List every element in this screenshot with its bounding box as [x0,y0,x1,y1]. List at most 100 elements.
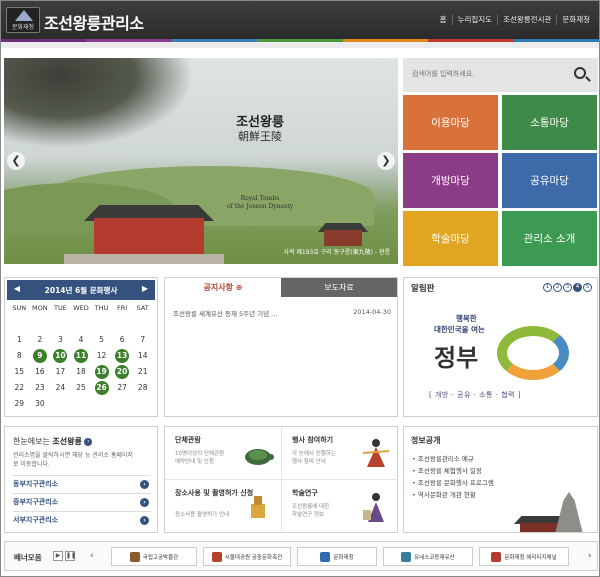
unesco-icon [401,551,412,562]
banner-culture-fest[interactable]: 서울대공원 궁중문화축전 [203,547,291,566]
calendar-day: 15 [9,364,30,380]
nav-home[interactable]: 홈 [435,14,452,25]
tab-press[interactable]: 보도자료 [281,278,397,297]
event-day-marker: 10 [53,349,68,363]
list-item[interactable]: • 조선왕릉 체험행사 일정 [412,465,482,475]
logo[interactable]: 문화재청 [6,7,40,33]
hero-caption: 사적 제193호 구리 동구릉(東九陵) - 현릉 [283,249,390,256]
chevron-right-icon[interactable]: › [84,437,93,446]
menu-tile[interactable]: 개방마당 [403,153,498,208]
search-input[interactable] [412,70,562,78]
calendar-header: ◀ 2014년 6월 문화행사 ▶ [7,280,155,300]
banner-cha[interactable]: 문화재청 [297,547,377,566]
day-number: 4 [78,335,84,344]
calendar-day[interactable]: 19 [91,364,112,380]
calendar-day: 27 [112,380,133,396]
notice-date: 2014-04-30 [353,308,391,316]
info-title: 정보공개 [411,436,441,445]
calendar-day[interactable]: 26 [91,380,112,396]
day-number: 1 [16,335,22,344]
list-item[interactable]: • 조선왕릉 문화행사 프로그램 [412,477,494,487]
hero-slider[interactable]: 조선왕릉 朝鮮王陵 Royal Tombs of the Joseon Dyna… [4,58,398,264]
guide-link-west[interactable]: 서부지구관리소 › [13,511,151,528]
nav-sitemap[interactable]: 누리집지도 [451,14,498,25]
page-dot[interactable]: 3 [563,283,572,292]
calendar-day [132,316,153,332]
list-item[interactable]: • 역사문화관 개관 현황 [412,489,476,499]
day-number: 25 [76,383,86,392]
event-day-marker: 9 [32,349,47,363]
service-desc: 조선왕릉에 대한 [292,504,330,510]
chevron-left-icon[interactable]: ❮ [7,152,25,170]
service-desc: 각 능에서 진행하는 [292,451,336,457]
list-item[interactable]: 조선왕릉 세계유산 등재 5주년 기념 ... 2014-04-30 [173,308,391,318]
service-permit[interactable]: 장소사용 및 촬영허가 신청 장소사용 촬영허가 안내 [165,480,282,533]
chevron-left-icon[interactable]: ◀ [11,283,23,295]
banner-bar: 배너모음 ▶ ❚❚ ‹ › 국립고궁박물관 서울대공원 궁중문화축전 문화재청 … [4,541,598,571]
calendar-day [9,316,30,332]
menu-tile[interactable]: 이용마당 [403,95,498,150]
service-panel: 단체관람 10명이상의 단체관람 예약안내 및 신청 행사 참여하기 각 능에서… [164,426,399,533]
notice-title[interactable]: 조선왕릉 세계유산 등재 5주년 기념 ... [173,308,277,318]
day-number: 28 [137,383,148,392]
plus-icon[interactable]: ⊕ [236,283,243,292]
nav-exhibition[interactable]: 조선왕릉전시관 [497,14,556,25]
calendar-day[interactable]: 11 [71,348,92,364]
service-events[interactable]: 행사 참여하기 각 능에서 진행하는 행사 참여 안내 [282,427,399,480]
info-disclosure: 정보공개 • 조선왕릉관리소 예규 • 조선왕릉 체험행사 일정 • 조선왕릉 … [403,426,598,533]
calendar-day [112,396,133,412]
calendar-day[interactable]: 9 [30,348,51,364]
page-dot[interactable]: 2 [553,283,562,292]
chevron-right-icon[interactable]: ▶ [139,283,151,295]
calendar-day[interactable]: 13 [112,348,133,364]
chevron-right-icon: › [140,498,149,507]
notice-tabs: 공지사항 ⊕ 보도자료 [165,278,397,297]
calendar-day: 18 [71,364,92,380]
calendar-day: 4 [71,332,92,348]
service-research[interactable]: 학술연구 조선왕릉에 대한 학술연구 정보 [282,480,399,533]
menu-tile[interactable]: 학술마당 [403,211,498,266]
guide-link-central[interactable]: 중부지구관리소 › [13,493,151,510]
chevron-right-icon[interactable]: › [588,551,592,561]
calendar-day: 25 [71,380,92,396]
service-group-tour[interactable]: 단체관람 10명이상의 단체관람 예약안내 및 신청 [165,427,282,480]
heritage-icon [491,551,502,562]
chevron-right-icon[interactable]: ❯ [377,152,395,170]
service-desc: 장소사용 촬영허가 안내 [175,512,230,518]
banner-unesco[interactable]: 유네스코등재유산 [383,547,473,566]
guide-title-bold: 조선왕릉 [52,437,82,446]
nav-cha[interactable]: 문화재청 [556,14,595,25]
menu-tile-label: 이용마당 [431,117,470,129]
site-title[interactable]: 조선왕릉관리소 [44,10,144,34]
calendar-day[interactable]: 10 [50,348,71,364]
service-title: 행사 참여하기 [292,436,334,444]
calendar-day: 21 [132,364,153,380]
menu-tile[interactable]: 공유마당 [502,153,597,208]
chevron-left-icon[interactable]: ‹ [90,551,94,561]
menu-tiles: 이용마당 소통마당개방마당 공유마당 학술마당 관리소 소개 [403,95,598,266]
calendar-day: 16 [30,364,51,380]
banner-text: 문화재청 [333,554,354,561]
page-dot[interactable]: 4 [573,283,582,292]
pause-icon[interactable]: ❚❚ [65,551,76,561]
page-dot[interactable]: 5 [583,283,592,292]
list-item[interactable]: • 조선왕릉관리소 예규 [412,453,474,463]
calendar-day: 2 [30,332,51,348]
service-desc: 행사 참여 안내 [292,459,326,465]
page-dot[interactable]: 1 [543,283,552,292]
search-icon[interactable] [574,67,586,79]
banner-text: 국립고궁박물관 [142,554,179,561]
guide-link-label: 서부지구관리소 [13,516,59,524]
banner-palace-museum[interactable]: 국립고궁박물관 [111,547,197,566]
play-icon[interactable]: ▶ [53,551,63,561]
banner-heritage-channel[interactable]: 문화재청 헤리티지채널 [479,547,569,566]
calendar-day[interactable]: 20 [112,364,133,380]
shrine [94,218,204,256]
menu-tile[interactable]: 소통마당 [502,95,597,150]
menu-tile[interactable]: 관리소 소개 [502,211,597,266]
menu-tile-label: 소통마당 [530,117,569,129]
guide-link-label: 동부지구관리소 [13,480,59,488]
banner-text: 문화재청 헤리티지채널 [504,554,557,561]
guide-link-east[interactable]: 동부지구관리소 › [13,475,151,492]
tab-notice[interactable]: 공지사항 ⊕ [165,278,281,297]
